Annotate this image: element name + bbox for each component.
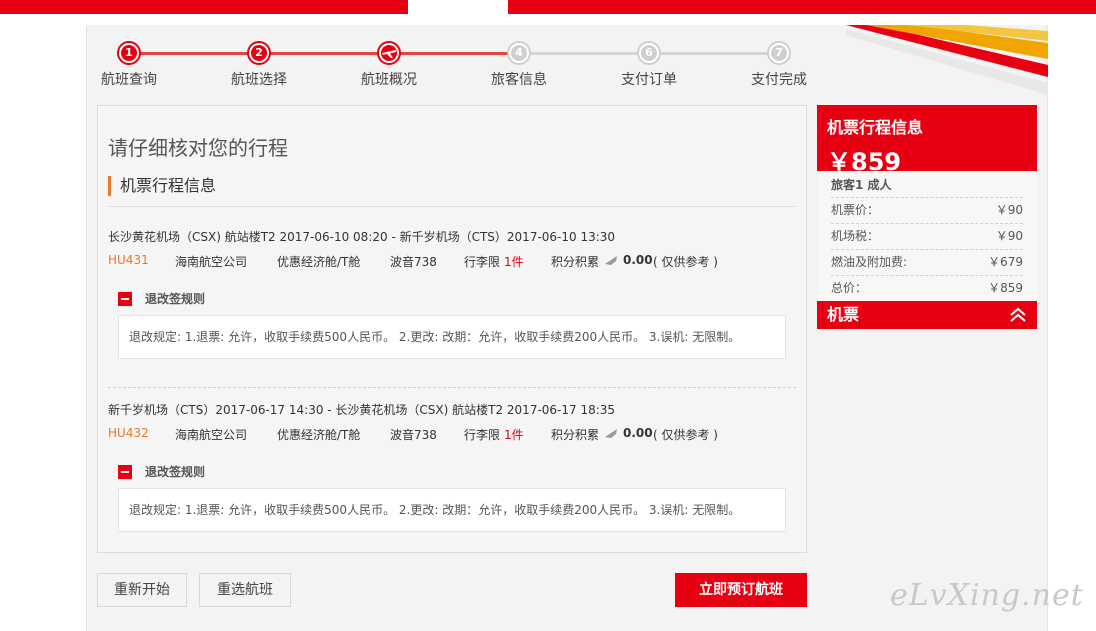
price-row: 总价： ￥859 — [831, 275, 1023, 301]
step-number: 1 — [119, 43, 139, 63]
step-pay-complete: 7 支付完成 — [739, 40, 819, 89]
aircraft-type: 波音738 — [390, 428, 437, 442]
step-label: 支付订单 — [621, 72, 677, 88]
airline: 海南航空公司 — [175, 255, 248, 269]
step-number: 6 — [639, 43, 659, 63]
points-label: 积分积累 — [551, 255, 600, 269]
points-value: 0.00 — [623, 253, 653, 267]
rules-text: 退改规定: 1.退票: 允许，收取手续费500人民币。 2.更改: 改期：允许，… — [118, 315, 786, 359]
baggage-value: 1件 — [504, 428, 524, 442]
top-bar-left — [0, 0, 408, 14]
flight-route: 新千岁机场（CTS）2017-06-17 14:30 - 长沙黄花机场（CSX)… — [108, 403, 616, 417]
step-passenger-info: 4 旅客信息 — [479, 40, 559, 89]
top-bar — [0, 0, 1096, 14]
points-value: 0.00 — [623, 426, 653, 440]
progress-steps: 1 航班查询 2 航班选择 航班概况 4 旅客信息 6 支付订单 7 支付完成 — [86, 40, 846, 90]
step-number: 4 — [509, 43, 529, 63]
price-value: ￥679 — [988, 255, 1023, 269]
step-pay-order: 6 支付订单 — [609, 40, 689, 89]
price-summary-header: 机票行程信息 ￥859 — [817, 105, 1037, 176]
page-title: 请仔细核对您的行程 — [108, 136, 288, 160]
ticket-collapse-bar[interactable]: 机票 — [817, 301, 1037, 329]
rules-title: 退改签规则 — [145, 292, 206, 306]
price-value: ￥859 — [988, 281, 1023, 295]
step-flight-search: 1 航班查询 — [89, 40, 169, 89]
price-row: 机场税： ￥90 — [831, 223, 1023, 249]
itinerary-panel: 请仔细核对您的行程 机票行程信息 长沙黄花机场（CSX) 航站楼T2 2017-… — [97, 105, 807, 553]
price-row: 机票价： ￥90 — [831, 197, 1023, 223]
summary-title: 机票行程信息 — [827, 118, 924, 137]
plane-icon — [379, 43, 399, 63]
flight-info-row: HU432 海南航空公司 优惠经济舱/T舱 波音738 行李限 1件 积分积累 … — [108, 426, 798, 442]
rules-title: 退改签规则 — [145, 465, 206, 479]
price-label: 燃油及附加费: — [831, 255, 908, 269]
baggage-label: 行李限 — [464, 428, 501, 442]
restart-button[interactable]: 重新开始 — [97, 573, 187, 607]
points-note: ( 仅供参考 ) — [653, 255, 718, 269]
baggage-value: 1件 — [504, 255, 524, 269]
flight-number[interactable]: HU431 — [108, 253, 149, 267]
passenger-type: 旅客1 成人 — [831, 178, 892, 192]
progress-line-done — [129, 52, 519, 55]
airline: 海南航空公司 — [175, 428, 248, 442]
decorative-stripes-icon — [846, 25, 1048, 95]
watermark: eLvXing.net — [890, 578, 1084, 613]
divider — [108, 387, 796, 388]
flight-number[interactable]: HU432 — [108, 426, 149, 440]
chevron-up-icon[interactable] — [1009, 307, 1027, 323]
price-value: ￥90 — [995, 229, 1023, 243]
flight-info-row: HU431 海南航空公司 优惠经济舱/T舱 波音738 行李限 1件 积分积累 … — [108, 253, 798, 269]
step-flight-overview: 航班概况 — [349, 40, 429, 89]
price-summary: 机票行程信息 ￥859 旅客1 成人 机票价： ￥90 机场税： ￥90 燃油及… — [817, 105, 1037, 329]
step-label: 航班查询 — [101, 72, 157, 88]
price-label: 机场税： — [831, 229, 880, 243]
points-note: ( 仅供参考 ) — [653, 428, 718, 442]
price-breakdown: 旅客1 成人 机票价： ￥90 机场税： ￥90 燃油及附加费: ￥679 总价… — [817, 171, 1037, 301]
points-icon — [603, 425, 619, 444]
step-label: 航班概况 — [361, 72, 417, 88]
points-label: 积分积累 — [551, 428, 600, 442]
rules-text: 退改规定: 1.退票: 允许，收取手续费500人民币。 2.更改: 改期：允许，… — [118, 488, 786, 532]
step-label: 旅客信息 — [491, 72, 547, 88]
step-number: 2 — [249, 43, 269, 63]
flight-route: 长沙黄花机场（CSX) 航站楼T2 2017-06-10 08:20 - 新千岁… — [108, 230, 616, 244]
step-label: 航班选择 — [231, 72, 287, 88]
divider — [108, 206, 796, 207]
price-label: 总价： — [831, 281, 868, 295]
cabin-class: 优惠经济舱/T舱 — [277, 428, 361, 442]
step-number: 7 — [769, 43, 789, 63]
collapse-icon[interactable] — [118, 292, 132, 306]
top-bar-right — [508, 0, 1096, 14]
book-now-button[interactable]: 立即预订航班 — [675, 573, 807, 607]
price-value: ￥90 — [995, 203, 1023, 217]
collapse-icon[interactable] — [118, 465, 132, 479]
section-title: 机票行程信息 — [108, 176, 216, 196]
reselect-flight-button[interactable]: 重选航班 — [199, 573, 291, 607]
ticket-label: 机票 — [827, 305, 860, 324]
price-row: 燃油及附加费: ￥679 — [831, 249, 1023, 275]
aircraft-type: 波音738 — [390, 255, 437, 269]
cabin-class: 优惠经济舱/T舱 — [277, 255, 361, 269]
step-label: 支付完成 — [751, 72, 807, 88]
points-icon — [603, 252, 619, 271]
step-flight-select: 2 航班选择 — [219, 40, 299, 89]
baggage-label: 行李限 — [464, 255, 501, 269]
price-label: 机票价： — [831, 203, 880, 217]
